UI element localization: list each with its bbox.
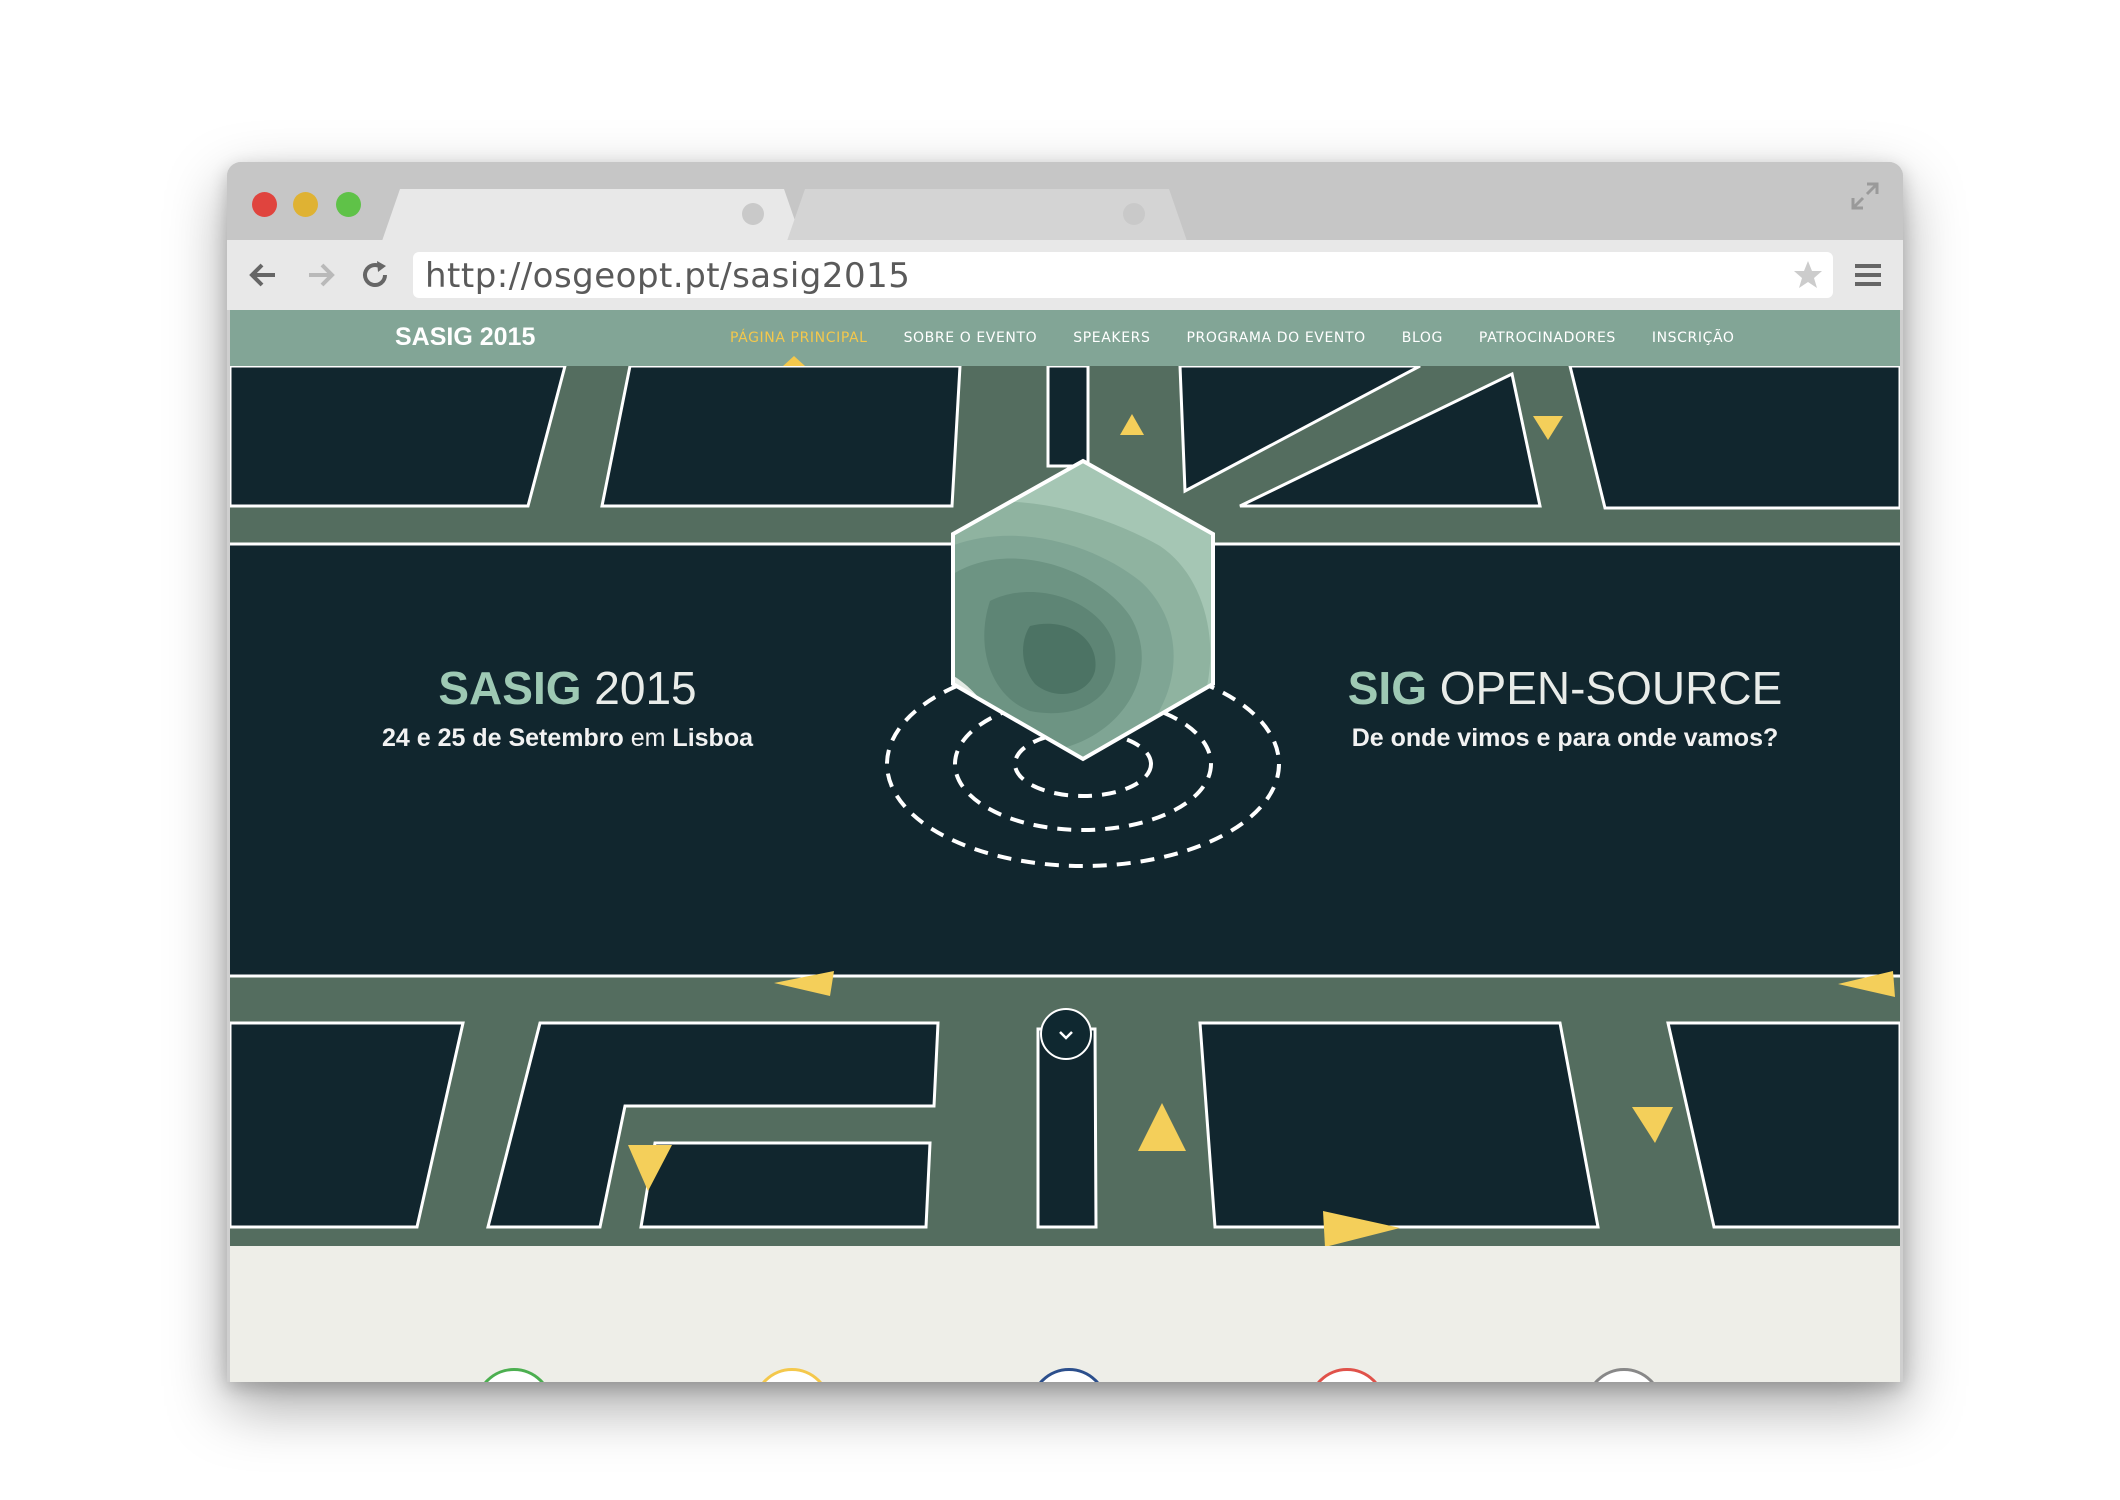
nav-programa-do-evento[interactable]: PROGRAMA DO EVENTO <box>1168 330 1383 346</box>
minimize-window-button[interactable] <box>293 192 318 217</box>
feature-circle-support-icon[interactable]: ◍ <box>1585 1368 1663 1382</box>
active-nav-caret <box>783 356 805 366</box>
nav-pagina-principal[interactable]: PÁGINA PRINCIPAL <box>712 330 886 346</box>
browser-tab-inactive[interactable] <box>787 189 1187 241</box>
event-date-location: 24 e 25 de Setembro em Lisboa <box>381 724 753 752</box>
fullscreen-icon[interactable] <box>1849 180 1881 212</box>
event-title: SASIG 2015 <box>438 662 697 714</box>
bookmark-star-icon[interactable] <box>1791 258 1825 292</box>
feature-circle-question-icon[interactable]: ? <box>475 1368 553 1382</box>
main-menu: PÁGINA PRINCIPAL SOBRE O EVENTO SPEAKERS… <box>712 330 1753 346</box>
forward-arrow-icon[interactable] <box>303 257 339 293</box>
theme-subtitle: De onde vimos e para onde vamos? <box>1351 724 1779 752</box>
scroll-down-button[interactable] <box>1040 1008 1092 1060</box>
nav-patrocinadores[interactable]: PATROCINADORES <box>1461 330 1634 346</box>
tab-bar <box>227 162 1903 241</box>
site-navbar: SASIG 2015 PÁGINA PRINCIPAL SOBRE O EVEN… <box>230 310 1900 366</box>
nav-speakers[interactable]: SPEAKERS <box>1055 330 1168 346</box>
browser-toolbar: http://osgeopt.pt/sasig2015 <box>227 240 1903 310</box>
nav-sobre-o-evento[interactable]: SOBRE O EVENTO <box>886 330 1056 346</box>
hamburger-menu-icon[interactable] <box>1853 260 1883 290</box>
feature-circle-person-pin-icon[interactable]: ● <box>753 1368 831 1382</box>
tab-close-icon[interactable] <box>1123 203 1145 225</box>
feature-circle-group-icon[interactable]: ●●● <box>1308 1368 1386 1382</box>
nav-blog[interactable]: BLOG <box>1384 330 1461 346</box>
nav-inscricao[interactable]: INSCRIÇÃO <box>1634 330 1753 346</box>
close-window-button[interactable] <box>252 192 277 217</box>
theme-title: SIG OPEN-SOURCE <box>1347 662 1783 714</box>
chevron-down-icon <box>1059 1031 1073 1040</box>
site-logo[interactable]: SASIG 2015 <box>395 323 535 352</box>
web-page: SASIG 2015 PÁGINA PRINCIPAL SOBRE O EVEN… <box>230 310 1900 1382</box>
features-section: ? ● ▮▮ ●●● ◍ <box>230 1246 1900 1382</box>
hero-map: SASIG 2015 24 e 25 de Setembro em Lisboa… <box>230 366 1900 1246</box>
theme-title-block: SIG OPEN-SOURCE De onde vimos e para ond… <box>1335 661 1795 753</box>
event-title-block: SASIG 2015 24 e 25 de Setembro em Lisboa <box>340 661 795 753</box>
address-bar[interactable]: http://osgeopt.pt/sasig2015 <box>413 252 1833 298</box>
url-text: http://osgeopt.pt/sasig2015 <box>425 256 911 296</box>
browser-window: http://osgeopt.pt/sasig2015 SASIG 2015 P… <box>227 162 1903 1382</box>
feature-circle-book-icon[interactable]: ▮▮ <box>1030 1368 1108 1382</box>
zoom-window-button[interactable] <box>336 192 361 217</box>
reload-icon[interactable] <box>357 257 393 293</box>
browser-tab-active[interactable] <box>382 189 802 241</box>
tab-close-icon[interactable] <box>742 203 764 225</box>
back-arrow-icon[interactable] <box>245 257 281 293</box>
map-illustration <box>230 366 1900 1246</box>
